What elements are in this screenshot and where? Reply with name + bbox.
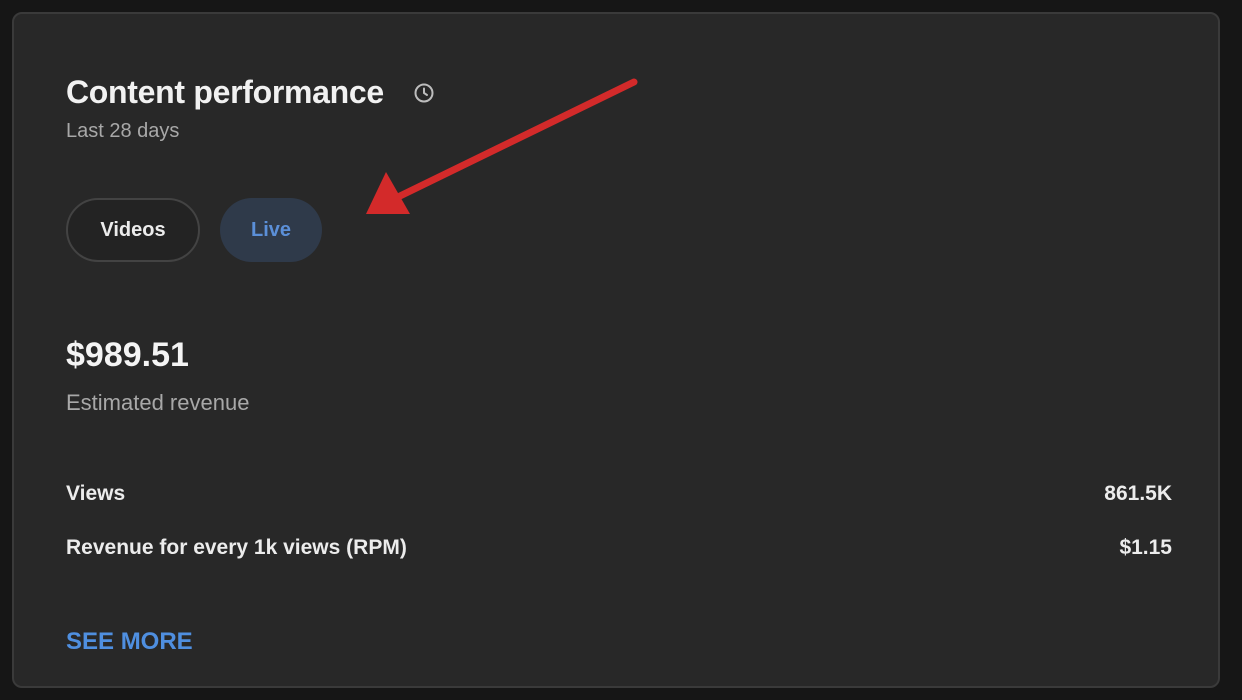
metric-label-views: Views xyxy=(66,482,126,505)
screenshot-frame: Content performance Last 28 days Videos … xyxy=(0,0,1242,700)
metric-value-views: 861.5K xyxy=(1104,482,1172,505)
estimated-revenue-label: Estimated revenue xyxy=(66,390,250,415)
metric-value-rpm: $1.15 xyxy=(1119,536,1172,559)
tab-videos[interactable]: Videos xyxy=(66,198,200,262)
card-header: Content performance xyxy=(66,74,436,111)
metric-row-views: Views 861.5K xyxy=(66,482,1172,506)
card-title: Content performance xyxy=(66,74,384,110)
clock-icon[interactable] xyxy=(412,81,436,105)
date-range-label: Last 28 days xyxy=(66,120,180,142)
see-more-link[interactable]: SEE MORE xyxy=(66,628,193,656)
estimated-revenue-value: $989.51 xyxy=(66,336,189,374)
tab-live[interactable]: Live xyxy=(220,198,322,262)
content-performance-card: Content performance Last 28 days Videos … xyxy=(12,12,1220,688)
metric-label-rpm: Revenue for every 1k views (RPM) xyxy=(66,536,407,559)
content-type-tabs: Videos Live xyxy=(66,198,322,262)
metric-row-rpm: Revenue for every 1k views (RPM) $1.15 xyxy=(66,536,1172,560)
